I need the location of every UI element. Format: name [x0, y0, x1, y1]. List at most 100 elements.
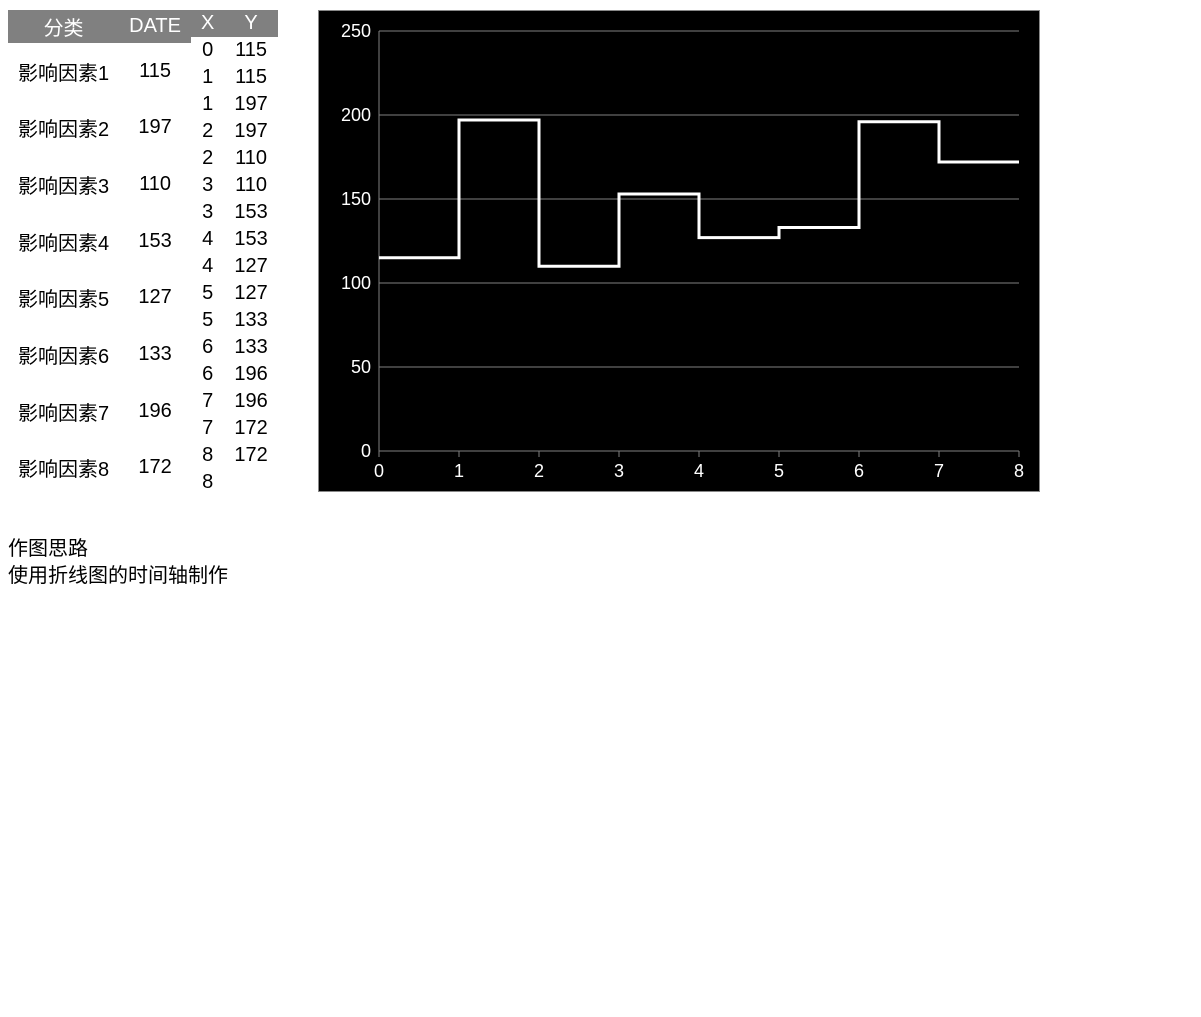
table-row: 影响因素7196 — [8, 383, 191, 440]
table-cell: 197 — [224, 118, 277, 145]
table-cell: 127 — [224, 280, 277, 307]
table-row: 1115 — [191, 64, 278, 91]
table-cell: 4 — [191, 226, 224, 253]
table-cell: 115 — [224, 64, 277, 91]
table-cell: 8 — [191, 469, 224, 496]
table-row: 5127 — [191, 280, 278, 307]
table-cell: 153 — [224, 226, 277, 253]
table-cell: 影响因素1 — [8, 43, 119, 100]
table-row: 4153 — [191, 226, 278, 253]
table-row: 0115 — [191, 37, 278, 64]
table-cell: 196 — [224, 388, 277, 415]
table-cell: 153 — [119, 213, 191, 270]
table-cell: 115 — [119, 43, 191, 100]
x-tick-label: 6 — [854, 461, 864, 481]
table-row: 影响因素3110 — [8, 156, 191, 213]
table-row: 3110 — [191, 172, 278, 199]
table-row: 8172 — [191, 442, 278, 469]
notes-line2: 使用折线图的时间轴制作 — [8, 563, 1193, 590]
table-cell: 4 — [191, 253, 224, 280]
table-cell: 3 — [191, 172, 224, 199]
y-tick-label: 50 — [351, 357, 371, 377]
chart-svg: 0 50 100 150 200 250 0 1 2 3 4 5 6 7 8 — [319, 11, 1039, 491]
data-tables: 分类DATE 影响因素1115影响因素2197影响因素3110影响因素4153影… — [8, 10, 278, 496]
table-cell: 1 — [191, 64, 224, 91]
table-cell: 133 — [119, 326, 191, 383]
table-cell: 影响因素4 — [8, 213, 119, 270]
table-cell: 197 — [119, 100, 191, 157]
table-row: 6133 — [191, 334, 278, 361]
table-cell: 3 — [191, 199, 224, 226]
table-cell: 影响因素5 — [8, 270, 119, 327]
table-cell: 5 — [191, 307, 224, 334]
table-cell: 影响因素7 — [8, 383, 119, 440]
column-header: Y — [224, 10, 277, 37]
table-row: 影响因素1115 — [8, 43, 191, 100]
table-cell: 172 — [224, 415, 277, 442]
table-row: 2110 — [191, 145, 278, 172]
table-cell: 6 — [191, 361, 224, 388]
column-header: DATE — [119, 10, 191, 43]
table-row: 6196 — [191, 361, 278, 388]
table-cell: 8 — [191, 442, 224, 469]
table-cell: 5 — [191, 280, 224, 307]
table-cell: 153 — [224, 199, 277, 226]
x-tick-label: 3 — [614, 461, 624, 481]
table-cell: 110 — [224, 172, 277, 199]
y-tick-label: 150 — [341, 189, 371, 209]
table-cell: 影响因素8 — [8, 439, 119, 496]
x-tick-label: 5 — [774, 461, 784, 481]
table-cell: 110 — [119, 156, 191, 213]
table-row: 2197 — [191, 118, 278, 145]
table-cell: 影响因素2 — [8, 100, 119, 157]
table-cell: 197 — [224, 91, 277, 118]
y-tick-label: 100 — [341, 273, 371, 293]
table-row: 4127 — [191, 253, 278, 280]
xy-table: XY 0115111511972197211031103153415341275… — [191, 10, 278, 496]
y-tick-label: 0 — [361, 441, 371, 461]
table-row: 影响因素4153 — [8, 213, 191, 270]
table-row: 5133 — [191, 307, 278, 334]
notes-block: 作图思路 使用折线图的时间轴制作 — [8, 536, 1193, 590]
x-tick-label: 0 — [374, 461, 384, 481]
table-row: 影响因素2197 — [8, 100, 191, 157]
table-cell: 7 — [191, 388, 224, 415]
column-header: 分类 — [8, 10, 119, 43]
category-date-table: 分类DATE 影响因素1115影响因素2197影响因素3110影响因素4153影… — [8, 10, 191, 496]
x-tick-label: 4 — [694, 461, 704, 481]
table-cell: 172 — [119, 439, 191, 496]
table-cell: 影响因素6 — [8, 326, 119, 383]
table-row: 7196 — [191, 388, 278, 415]
table-cell: 0 — [191, 37, 224, 64]
x-tick-label: 2 — [534, 461, 544, 481]
table-row: 7172 — [191, 415, 278, 442]
column-header: X — [191, 10, 224, 37]
table-cell — [224, 469, 277, 496]
table-cell: 127 — [119, 270, 191, 327]
x-tick-label: 8 — [1014, 461, 1024, 481]
table-cell: 2 — [191, 118, 224, 145]
table-cell: 196 — [119, 383, 191, 440]
table-cell: 6 — [191, 334, 224, 361]
table-cell: 影响因素3 — [8, 156, 119, 213]
table-row: 8 — [191, 469, 278, 496]
table-cell: 133 — [224, 307, 277, 334]
x-tick-label: 1 — [454, 461, 464, 481]
table-cell: 196 — [224, 361, 277, 388]
table-cell: 133 — [224, 334, 277, 361]
table-row: 影响因素8172 — [8, 439, 191, 496]
table-cell: 115 — [224, 37, 277, 64]
step-line-chart: 0 50 100 150 200 250 0 1 2 3 4 5 6 7 8 — [318, 10, 1040, 492]
table-cell: 1 — [191, 91, 224, 118]
table-row: 影响因素6133 — [8, 326, 191, 383]
table-cell: 127 — [224, 253, 277, 280]
table-cell: 2 — [191, 145, 224, 172]
table-cell: 110 — [224, 145, 277, 172]
table-row: 影响因素5127 — [8, 270, 191, 327]
notes-line1: 作图思路 — [8, 536, 1193, 563]
x-tick-label: 7 — [934, 461, 944, 481]
table-cell: 172 — [224, 442, 277, 469]
y-tick-label: 250 — [341, 21, 371, 41]
y-tick-label: 200 — [341, 105, 371, 125]
table-row: 3153 — [191, 199, 278, 226]
